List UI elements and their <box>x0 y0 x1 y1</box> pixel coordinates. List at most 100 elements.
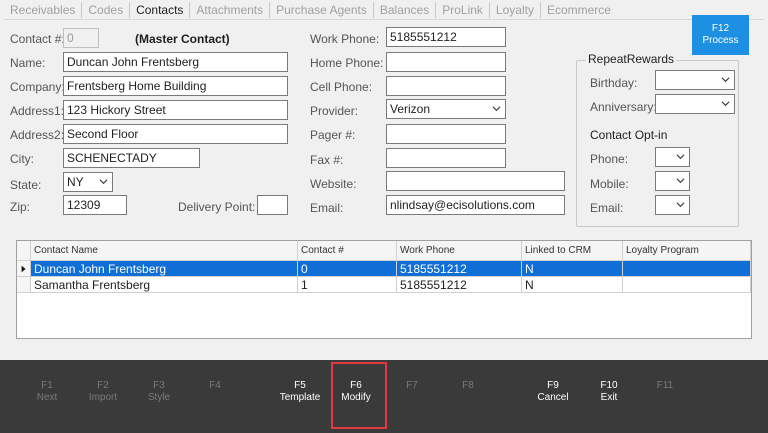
provider-select[interactable]: Verizon <box>386 99 506 119</box>
cell-loyalty-program[interactable] <box>623 261 751 277</box>
contact-number-label: Contact #: <box>10 32 65 46</box>
cell-linked-to-crm[interactable]: N <box>522 277 623 293</box>
chevron-down-icon <box>721 77 730 83</box>
f9-cancel-button[interactable]: F9 Cancel <box>525 380 581 404</box>
delivery-point-field[interactable] <box>257 195 288 215</box>
website-label: Website: <box>310 177 357 191</box>
column-header-contact-number[interactable]: Contact # <box>298 241 397 261</box>
f12-process-button[interactable]: F12 Process <box>692 15 749 55</box>
name-field[interactable]: Duncan John Frentsberg <box>63 52 288 72</box>
cell-loyalty-program[interactable] <box>623 277 751 293</box>
f9-label: Cancel <box>537 392 569 403</box>
grid-header: Contact Name Contact # Work Phone Linked… <box>17 241 751 261</box>
address1-field[interactable]: 123 Hickory Street <box>63 100 288 120</box>
f3-key: F3 <box>153 380 165 391</box>
company-field[interactable]: Frentsberg Home Building <box>63 76 288 96</box>
f12-label: Process <box>702 35 739 46</box>
zip-field[interactable]: 12309 <box>63 195 127 215</box>
opt-in-mobile-label: Mobile: <box>590 177 629 191</box>
tab-loyalty[interactable]: Loyalty <box>490 1 541 18</box>
tab-contacts[interactable]: Contacts <box>130 1 191 18</box>
f7-key: F7 <box>406 380 418 391</box>
website-field[interactable] <box>386 171 565 191</box>
tab-attachments[interactable]: Attachments <box>190 1 271 18</box>
chevron-down-icon <box>676 154 685 160</box>
name-label: Name: <box>10 56 46 70</box>
email-field[interactable]: nlindsay@ecisolutions.com <box>386 195 565 215</box>
cell-contact-number[interactable]: 1 <box>298 277 397 293</box>
contacts-grid[interactable]: Contact Name Contact # Work Phone Linked… <box>16 240 752 339</box>
repeat-rewards-title: RepeatRewards <box>586 52 677 66</box>
chevron-down-icon <box>676 178 685 184</box>
column-header-loyalty-program[interactable]: Loyalty Program <box>623 241 751 261</box>
row-header <box>17 277 31 293</box>
row-header-corner <box>17 241 31 261</box>
address1-label: Address1: <box>10 104 65 118</box>
birthday-label: Birthday: <box>590 76 638 90</box>
provider-value: Verizon <box>390 102 431 116</box>
opt-in-phone-select[interactable] <box>655 147 690 167</box>
f10-exit-button[interactable]: F10 Exit <box>581 380 637 404</box>
column-header-work-phone[interactable]: Work Phone <box>397 241 522 261</box>
f1-key: F1 <box>41 380 53 391</box>
f8-button[interactable]: F8 <box>440 380 496 392</box>
row-pointer-icon <box>21 265 26 273</box>
address2-field[interactable]: Second Floor <box>63 124 288 144</box>
email-label: Email: <box>310 201 344 215</box>
cell-contact-name[interactable]: Samantha Frentsberg <box>31 277 298 293</box>
f4-key: F4 <box>209 380 221 391</box>
cell-contact-number[interactable]: 0 <box>298 261 397 277</box>
f4-button[interactable]: F4 <box>187 380 243 392</box>
f5-template-button[interactable]: F5 Template <box>272 380 328 404</box>
table-row[interactable]: Samantha Frentsberg 1 5185551212 N <box>17 277 751 293</box>
tab-ecommerce[interactable]: Ecommerce <box>541 2 617 18</box>
opt-in-phone-label: Phone: <box>590 152 629 166</box>
tab-bar: Receivables Codes Contacts Attachments P… <box>4 0 764 20</box>
pager-label: Pager #: <box>310 128 356 142</box>
company-label: Company: <box>10 80 65 94</box>
state-select[interactable]: NY <box>63 172 113 192</box>
cell-work-phone[interactable]: 5185551212 <box>397 277 522 293</box>
tab-receivables[interactable]: Receivables <box>4 1 83 18</box>
opt-in-email-label: Email: <box>590 201 624 215</box>
f2-import-button[interactable]: F2 Import <box>75 380 131 404</box>
fax-label: Fax #: <box>310 153 344 167</box>
provider-label: Provider: <box>310 104 359 118</box>
birthday-select[interactable] <box>655 70 735 90</box>
table-row[interactable]: Duncan John Frentsberg 0 5185551212 N <box>17 261 751 277</box>
f2-key: F2 <box>97 380 109 391</box>
fax-field[interactable] <box>386 148 506 168</box>
f1-next-button[interactable]: F1 Next <box>19 380 75 404</box>
f3-style-button[interactable]: F3 Style <box>131 380 187 404</box>
tab-balances[interactable]: Balances <box>374 1 437 18</box>
cell-work-phone[interactable]: 5185551212 <box>397 261 522 277</box>
home-phone-field[interactable] <box>386 52 506 72</box>
state-value: NY <box>67 175 84 189</box>
work-phone-field[interactable]: 5185551212 <box>386 27 506 47</box>
f5-label: Template <box>279 392 321 403</box>
f2-label: Import <box>88 392 118 403</box>
tab-prolink[interactable]: ProLink <box>436 1 490 18</box>
pager-field[interactable] <box>386 124 506 144</box>
f10-label: Exit <box>600 392 618 403</box>
f11-key: F11 <box>656 380 674 391</box>
column-header-contact-name[interactable]: Contact Name <box>31 241 298 261</box>
f11-button[interactable]: F11 <box>637 380 693 392</box>
f12-key: F12 <box>711 23 730 34</box>
f8-key: F8 <box>462 380 474 391</box>
state-label: State: <box>10 178 42 192</box>
highlight-box <box>331 362 387 429</box>
opt-in-mobile-select[interactable] <box>655 171 690 191</box>
opt-in-email-select[interactable] <box>655 195 690 215</box>
tab-codes[interactable]: Codes <box>82 1 131 18</box>
cell-linked-to-crm[interactable]: N <box>522 261 623 277</box>
f7-button[interactable]: F7 <box>384 380 440 392</box>
cell-contact-name[interactable]: Duncan John Frentsberg <box>31 261 298 277</box>
address2-label: Address2: <box>10 128 65 142</box>
cell-phone-field[interactable] <box>386 76 506 96</box>
tab-purchase-agents[interactable]: Purchase Agents <box>270 1 374 18</box>
f1-label: Next <box>36 392 58 403</box>
column-header-linked-to-crm[interactable]: Linked to CRM <box>522 241 623 261</box>
anniversary-select[interactable] <box>655 94 735 114</box>
city-field[interactable]: SCHENECTADY <box>63 148 200 168</box>
